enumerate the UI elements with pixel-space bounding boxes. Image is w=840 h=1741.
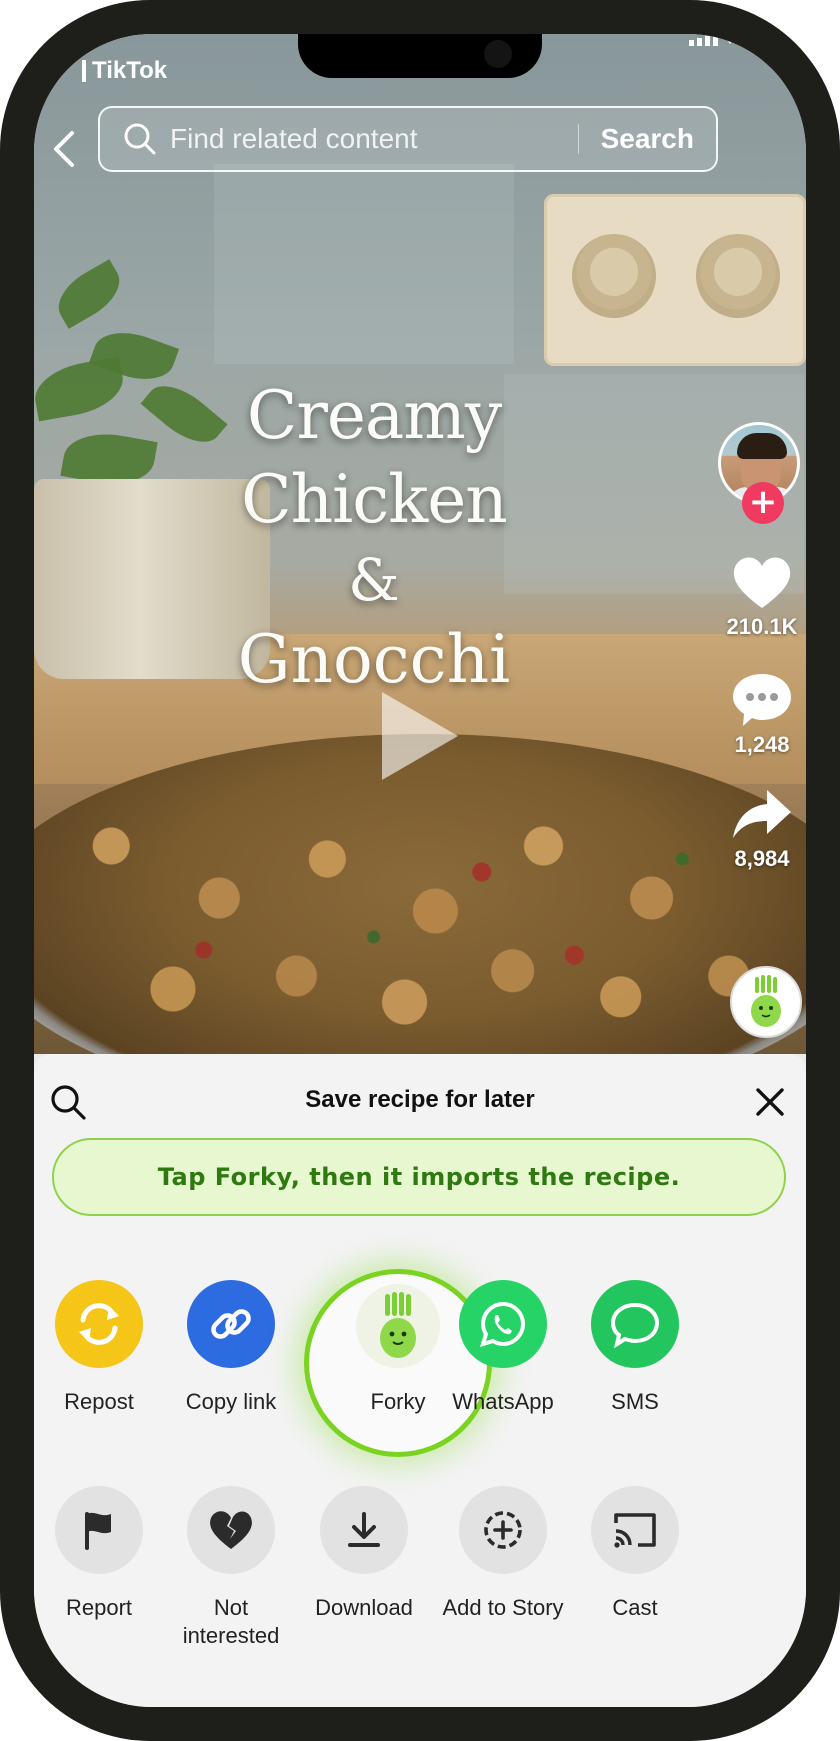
search-input[interactable]: Find related content [170, 123, 578, 155]
whatsapp-circle [459, 1280, 547, 1368]
back-arrow-icon[interactable] [44, 127, 88, 171]
phone-frame: TikTok Find related content Search Cream… [0, 0, 840, 1741]
cast-icon [614, 1513, 656, 1548]
sheet-title: Save recipe for later [305, 1086, 535, 1113]
repost-icon [79, 1303, 119, 1345]
forky-icon [751, 975, 781, 1027]
forky-icon [380, 1292, 416, 1358]
tiktok-label: TikTok [72, 57, 167, 85]
video-title-line-2: & [348, 546, 400, 614]
wifi-icon [724, 34, 736, 46]
download-icon [348, 1512, 380, 1547]
action-download[interactable]: Download [289, 1486, 439, 1622]
action-not-interested[interactable]: Not interested [156, 1486, 306, 1650]
share-target-repost[interactable]: Repost [34, 1280, 174, 1416]
search-icon [124, 123, 156, 155]
repost-circle [55, 1280, 143, 1368]
whatsapp-icon [480, 1301, 526, 1347]
share-arrow-icon [733, 790, 791, 838]
play-icon[interactable] [374, 686, 464, 786]
not-interested-circle [187, 1486, 275, 1574]
cellular-signal-icon [689, 34, 718, 46]
tiktok-logo-icon [72, 60, 86, 82]
action-add-to-story[interactable]: Add to Story [423, 1486, 583, 1622]
close-icon[interactable] [752, 1084, 788, 1120]
report-circle [55, 1486, 143, 1574]
copy-link-circle [187, 1280, 275, 1368]
forky-tip-banner: Tap Forky, then it imports the recipe. [52, 1138, 786, 1216]
video-title-line-1: Creamy Chicken [241, 377, 508, 538]
notch [298, 34, 542, 78]
sms-circle [591, 1280, 679, 1368]
screen: TikTok Find related content Search Cream… [34, 34, 806, 1707]
search-bar[interactable]: Find related content Search [98, 106, 718, 172]
forky-disc[interactable] [730, 966, 802, 1038]
add-story-circle [459, 1486, 547, 1574]
share-target-sms[interactable]: SMS [560, 1280, 710, 1416]
like-button[interactable]: 210.1K [718, 554, 806, 640]
like-count: 210.1K [726, 614, 798, 639]
link-icon [211, 1309, 251, 1339]
download-circle [320, 1486, 408, 1574]
action-report[interactable]: Report [34, 1486, 174, 1622]
flag-icon [85, 1512, 111, 1550]
gnocchi [34, 794, 806, 1054]
comment-count: 1,248 [734, 732, 790, 757]
comment-button[interactable]: 1,248 [718, 670, 806, 758]
broken-heart-icon [210, 1511, 252, 1549]
cast-circle [591, 1486, 679, 1574]
share-count: 8,984 [734, 846, 790, 871]
wall-outlet [544, 194, 806, 366]
action-cast[interactable]: Cast [560, 1486, 710, 1622]
share-target-copy-link[interactable]: Copy link [156, 1280, 306, 1416]
follow-button[interactable]: + [742, 482, 784, 524]
share-button[interactable]: 8,984 [718, 786, 806, 872]
share-target-whatsapp[interactable]: WhatsApp [428, 1280, 578, 1416]
comment-icon [733, 674, 791, 726]
video-title: Creamy Chicken & Gnocchi [114, 374, 634, 702]
heart-icon [733, 557, 791, 608]
add-story-icon [484, 1511, 522, 1549]
sms-icon [610, 1302, 660, 1349]
search-button[interactable]: Search [579, 123, 716, 155]
